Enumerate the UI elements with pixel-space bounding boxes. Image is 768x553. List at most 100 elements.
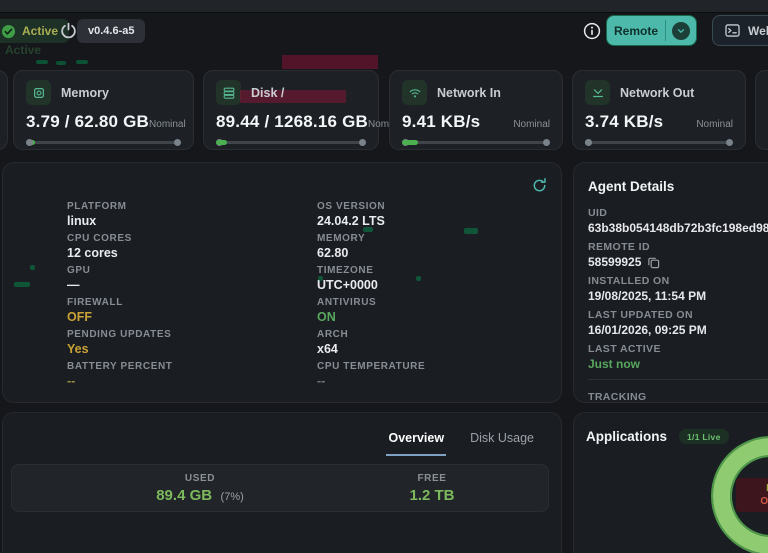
remote-button[interactable]: Remote: [606, 15, 697, 46]
field-label: BATTERY PERCENT: [67, 361, 173, 372]
live-count-badge: 1/1 Live: [679, 429, 729, 444]
capture-artifact: [36, 60, 48, 64]
field-value: —: [67, 278, 80, 292]
disk-tabs: Overview Disk Usage: [386, 429, 536, 456]
stat-status: Nominal: [149, 119, 186, 130]
free-cell: FREE 1.2 TB: [409, 473, 454, 505]
agent-field-installed-on: INSTALLED ON 19/08/2025, 11:54 PM: [588, 275, 768, 303]
used-value: 89.4 GB: [156, 487, 213, 504]
capture-artifact: [76, 60, 88, 64]
version-badge: v0.4.6-a5: [77, 19, 146, 43]
field-label: UID: [588, 207, 608, 219]
info-field-arch: ARCH x64: [317, 329, 425, 361]
stat-label: Network Out: [620, 85, 695, 100]
applications-panel: Applications 1/1 Live Live: 1 Offline: 0: [573, 412, 768, 553]
web-terminal-button[interactable]: Web Te: [712, 15, 768, 46]
remote-button-label[interactable]: Remote: [607, 16, 665, 45]
info-field-firewall: FIREWALL OFF: [67, 297, 173, 329]
field-value: --: [67, 374, 76, 388]
field-value: OFF: [67, 310, 92, 324]
stat-value: 89.44 / 1268.16 GB: [216, 112, 368, 131]
remote-id-value: 58599925: [588, 255, 642, 269]
info-icon[interactable]: [583, 22, 601, 40]
field-label: ANTIVIRUS: [317, 297, 377, 308]
info-field-antivirus: ANTIVIRUS ON: [317, 297, 425, 329]
agent-field-last-active: LAST ACTIVE Just now: [588, 343, 768, 371]
stat-card-network-out: Network Out 3.74 KB/s Nominal: [572, 70, 746, 150]
network-in-meter: [402, 139, 550, 146]
last-active-value: Just now: [588, 357, 641, 371]
capture-artifact: [56, 61, 66, 65]
field-value: x64: [317, 342, 338, 356]
terminal-icon: [725, 24, 740, 37]
agent-details-panel: Agent Details UID 63b38b054148db72b3fc19…: [573, 162, 768, 403]
used-cell: USED 89.4 GB (7%): [156, 473, 244, 505]
used-label: USED: [184, 473, 216, 484]
stat-card-disk: Disk / 89.44 / 1268.16 GB Nominal: [203, 70, 405, 150]
free-value: 1.2 TB: [409, 487, 455, 504]
capture-artifact: Active: [5, 43, 42, 57]
stat-status: Nominal: [513, 119, 550, 130]
field-value: UTC+0000: [317, 278, 378, 292]
tab-disk-usage[interactable]: Disk Usage: [468, 429, 536, 456]
memory-usage-meter: [26, 139, 181, 146]
wifi-icon: [402, 80, 427, 105]
field-label: FIREWALL: [67, 297, 123, 308]
field-label: REMOTE ID: [588, 241, 650, 253]
field-label: PLATFORM: [67, 201, 127, 212]
field-value: 24.04.2 LTS: [317, 214, 385, 228]
window-top-strip: [0, 0, 768, 13]
used-percent: (7%): [220, 491, 244, 503]
live-count-label: 1/1 Live: [687, 431, 721, 442]
power-icon[interactable]: [59, 21, 78, 40]
uid-value: 63b38b054148db72b3fc198ed9817811: [588, 221, 768, 235]
stat-status: Nominal: [696, 119, 733, 130]
disk-overview-panel: Overview Disk Usage USED 89.4 GB (7%) FR…: [2, 412, 562, 553]
stat-value: 3.74 KB/s: [585, 112, 664, 131]
info-field-battery-percent: BATTERY PERCENT --: [67, 361, 173, 393]
field-value: 62.80: [317, 246, 349, 260]
field-label: LAST UPDATED ON: [588, 309, 693, 321]
chevron-down-icon: [677, 28, 685, 33]
tab-overview[interactable]: Overview: [386, 429, 447, 456]
agent-dashboard: Active v0.4.6-a5 Remote We Memory 3.79 /…: [0, 0, 768, 553]
check-circle-icon: [1, 24, 16, 38]
info-field-platform: PLATFORM linux: [67, 201, 173, 233]
stat-card-offscreen-left: [0, 70, 8, 150]
stat-value: 9.41 KB/s: [402, 112, 481, 131]
field-label: ARCH: [317, 329, 349, 340]
field-label: TIMEZONE: [317, 265, 374, 276]
applications-title: Applications: [586, 429, 668, 444]
version-label: v0.4.6-a5: [88, 25, 135, 37]
system-info-left-column: PLATFORM linux CPU CORES 12 cores GPU — …: [67, 201, 173, 393]
stat-card-memory: Memory 3.79 / 62.80 GB Nominal: [13, 70, 194, 150]
tooltip-offline-count: Offline: 0: [760, 496, 768, 507]
agent-details-title: Agent Details: [588, 179, 675, 194]
remote-dropdown-toggle[interactable]: [666, 16, 696, 45]
stat-card-offscreen-right: [755, 70, 768, 150]
info-field-cpu-cores: CPU CORES 12 cores: [67, 233, 173, 265]
disk-usage-summary-row: USED 89.4 GB (7%) FREE 1.2 TB: [11, 464, 549, 512]
disk-usage-meter: [216, 139, 366, 146]
network-out-meter: [585, 139, 733, 146]
last-updated-value: 16/01/2026, 09:25 PM: [588, 323, 707, 337]
memory-chip-icon: [26, 80, 51, 105]
refresh-icon[interactable]: [531, 177, 548, 194]
field-value: 12 cores: [67, 246, 118, 260]
system-info-right-column: OS VERSION 24.04.2 LTS MEMORY 62.80 TIME…: [317, 201, 425, 393]
info-field-memory: MEMORY 62.80: [317, 233, 425, 265]
agent-field-uid: UID 63b38b054148db72b3fc198ed9817811: [588, 207, 768, 235]
field-value: Yes: [67, 342, 89, 356]
tooltip-live-count: Live: 1: [742, 482, 768, 495]
stat-label: Memory: [61, 85, 109, 100]
stat-label: Network In: [437, 85, 501, 100]
tracking-section: TRACKING: [588, 379, 768, 403]
info-field-cpu-temperature: CPU TEMPERATURE --: [317, 361, 425, 393]
field-label: MEMORY: [317, 233, 366, 244]
copy-icon[interactable]: [647, 256, 660, 269]
field-value: linux: [67, 214, 97, 228]
tracking-label: TRACKING: [588, 391, 647, 403]
agent-field-last-updated: LAST UPDATED ON 16/01/2026, 09:25 PM: [588, 309, 768, 337]
stat-card-network-in: Network In 9.41 KB/s Nominal: [389, 70, 563, 150]
system-info-panel: PLATFORM linux CPU CORES 12 cores GPU — …: [2, 162, 562, 403]
